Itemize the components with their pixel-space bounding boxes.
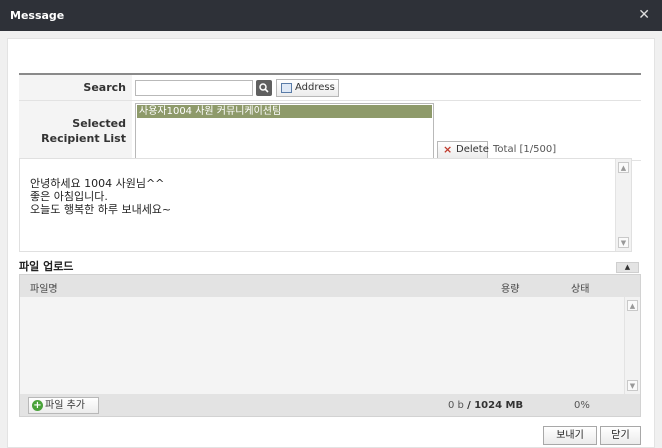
- scroll-down-icon[interactable]: ▼: [618, 237, 629, 248]
- recipient-row: Selected Recipient List 사용자1004 사원 커뮤니케이…: [19, 101, 641, 161]
- message-scrollbar[interactable]: ▲ ▼: [615, 159, 631, 251]
- upload-columns: 파일명 용량 상태: [20, 275, 640, 297]
- add-file-label: 파일 추가: [45, 400, 85, 411]
- close-button[interactable]: 닫기: [600, 426, 641, 445]
- delete-button[interactable]: × Delete: [437, 141, 489, 159]
- upload-file-list[interactable]: ▲ ▼: [20, 297, 640, 394]
- send-button[interactable]: 보내기: [543, 426, 597, 445]
- dialog-title: Message: [10, 9, 65, 22]
- search-label: Search: [19, 75, 132, 100]
- add-file-icon: +: [32, 400, 43, 411]
- address-button-label: Address: [295, 82, 335, 93]
- address-button[interactable]: Address: [276, 79, 339, 97]
- scroll-up-icon[interactable]: ▲: [627, 300, 638, 311]
- search-icon: [259, 83, 269, 93]
- collapse-icon[interactable]: ▲: [616, 262, 639, 273]
- scroll-down-icon[interactable]: ▼: [627, 380, 638, 391]
- scroll-up-icon[interactable]: ▲: [618, 162, 629, 173]
- dialog-titlebar: Message ✕: [0, 0, 662, 31]
- message-textarea[interactable]: 안녕하세요 1004 사원님^^ 좋은 아침입니다. 오늘도 행복한 하루 보내…: [19, 158, 632, 252]
- recipient-list[interactable]: 사용자1004 사원 커뮤니케이션팀: [135, 103, 434, 160]
- recipient-item[interactable]: 사용자1004 사원 커뮤니케이션팀: [137, 105, 432, 118]
- add-file-button[interactable]: + 파일 추가: [28, 397, 99, 414]
- search-row: Search Address: [19, 75, 641, 101]
- upload-panel: 파일명 용량 상태 ▲ ▼ + 파일 추가 0 b / 1024 MB 0%: [19, 274, 641, 417]
- delete-button-label: Delete: [456, 144, 489, 155]
- upload-size: 0 b / 1024 MB: [448, 400, 524, 411]
- address-book-icon: [281, 83, 292, 93]
- close-icon[interactable]: ✕: [638, 7, 650, 23]
- column-status: 상태: [571, 284, 590, 295]
- search-input[interactable]: [135, 80, 253, 96]
- message-body: 안녕하세요 1004 사원님^^ 좋은 아침입니다. 오늘도 행복한 하루 보내…: [30, 177, 172, 216]
- upload-title: 파일 업로드: [19, 260, 74, 273]
- recipient-total: Total [1/500]: [493, 144, 557, 155]
- delete-x-icon: ×: [443, 143, 453, 156]
- recipient-label: Selected Recipient List: [19, 101, 132, 160]
- column-filename: 파일명: [30, 284, 58, 295]
- upload-footer: + 파일 추가 0 b / 1024 MB 0%: [20, 394, 640, 416]
- upload-scrollbar[interactable]: ▲ ▼: [624, 297, 640, 394]
- upload-percent: 0%: [574, 400, 590, 411]
- search-button[interactable]: [256, 80, 272, 96]
- column-size: 용량: [501, 284, 520, 295]
- form-table: Search Address Selected Recipient List 사…: [19, 73, 641, 161]
